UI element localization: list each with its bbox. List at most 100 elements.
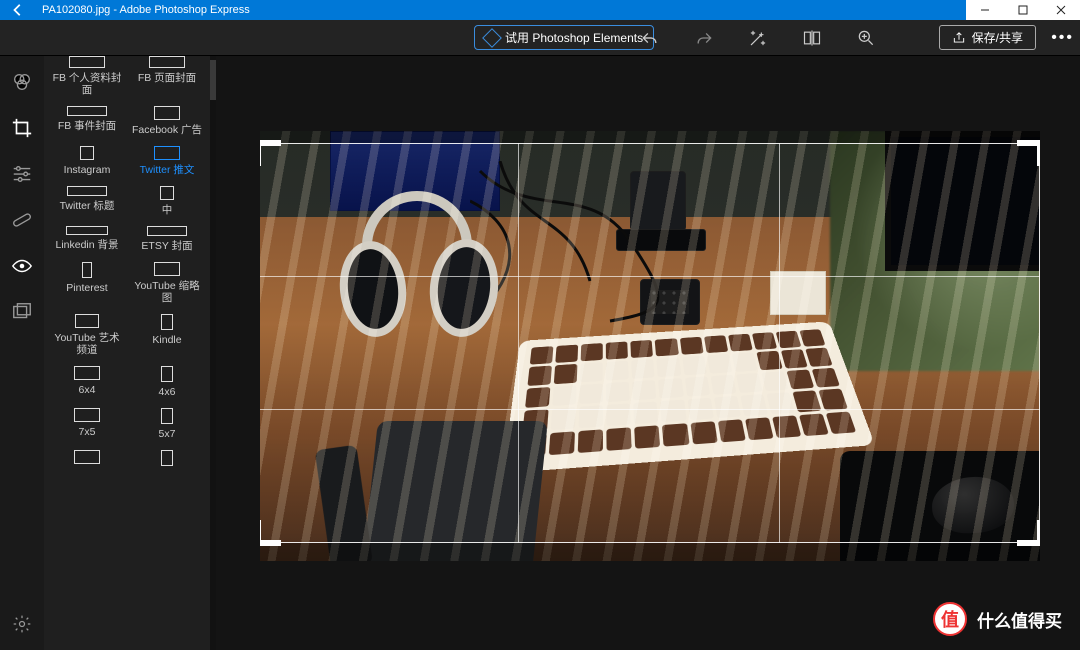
preset-label: 7x5 (79, 426, 96, 438)
redeye-tool[interactable] (10, 254, 34, 278)
sliders-icon (11, 163, 33, 185)
crop-tool[interactable] (10, 116, 34, 140)
canvas-area: 值 什么值得买 (216, 56, 1080, 650)
save-share-label: 保存/共享 (972, 29, 1023, 46)
looks-icon (11, 71, 33, 93)
crop-preset-3[interactable]: Facebook 广告 (130, 106, 204, 136)
preset-label: YouTube 艺术频道 (50, 332, 124, 356)
crop-preset-panel: FB 个人资料封面 FB 页面封面 FB 事件封面 Facebook 广告 Instag… (44, 56, 216, 650)
preset-label: FB 个人资料封面 (50, 72, 124, 96)
redo-button[interactable] (694, 28, 714, 48)
preset-shape-icon (161, 314, 173, 330)
crop-preset-0[interactable]: FB 个人资料封面 (50, 56, 124, 96)
preset-label: FB 页面封面 (138, 72, 196, 84)
window-title: PA102080.jpg - Adobe Photoshop Express (36, 4, 250, 16)
crop-preset-4[interactable]: Instagram (50, 146, 124, 176)
crop-handle-tr[interactable] (1017, 140, 1040, 166)
preset-shape-icon (149, 56, 185, 68)
preset-shape-icon (160, 186, 174, 200)
preset-label: ETSY 封面 (141, 240, 192, 252)
crop-preset-10[interactable]: Pinterest (50, 262, 124, 304)
crop-preset-16[interactable]: 7x5 (50, 408, 124, 440)
more-button[interactable]: ••• (1051, 29, 1074, 47)
watermark-text: 什么值得买 (977, 607, 1062, 632)
crop-preset-13[interactable]: Kindle (130, 314, 204, 356)
preset-label: Instagram (64, 164, 111, 176)
preset-shape-icon (75, 314, 99, 328)
minimize-button[interactable] (966, 0, 1004, 20)
crop-preset-15[interactable]: 4x6 (130, 366, 204, 398)
preset-label: 4x6 (159, 386, 176, 398)
main-area: FB 个人资料封面 FB 页面封面 FB 事件封面 Facebook 广告 Instag… (0, 56, 1080, 650)
crop-preset-9[interactable]: ETSY 封面 (130, 226, 204, 252)
preset-shape-icon (154, 146, 180, 160)
save-share-button[interactable]: 保存/共享 (939, 25, 1036, 50)
crop-preset-14[interactable]: 6x4 (50, 366, 124, 398)
gear-icon (12, 614, 32, 634)
crop-preset-11[interactable]: YouTube 缩略图 (130, 262, 204, 304)
preset-shape-icon (147, 226, 187, 236)
preset-label: FB 事件封面 (58, 120, 116, 132)
watermark: 值 什么值得买 (933, 602, 1062, 636)
preset-shape-icon (154, 106, 180, 120)
back-button[interactable] (0, 0, 36, 20)
preset-label: Linkedin 背景 (55, 239, 118, 251)
compare-button[interactable] (802, 28, 822, 48)
window-filename: PA102080.jpg (42, 4, 110, 16)
crop-preset-18[interactable] (50, 450, 124, 470)
compare-icon (802, 28, 822, 48)
preset-label: 5x7 (159, 428, 176, 440)
maximize-button[interactable] (1004, 0, 1042, 20)
preset-label: YouTube 缩略图 (130, 280, 204, 304)
crop-preset-1[interactable]: FB 页面封面 (130, 56, 204, 96)
crop-handle-bl[interactable] (260, 520, 281, 546)
zoom-button[interactable] (856, 28, 876, 48)
top-toolbar: 试用 Photoshop Elements 保存/共享 ••• (0, 20, 1080, 56)
zoom-icon (856, 28, 876, 48)
eye-icon (11, 255, 33, 277)
back-arrow-icon (11, 3, 25, 17)
preset-shape-icon (161, 408, 173, 424)
crop-preset-2[interactable]: FB 事件封面 (50, 106, 124, 136)
undo-icon (640, 28, 660, 48)
watermark-badge: 值 (933, 602, 967, 636)
auto-enhance-button[interactable] (748, 28, 768, 48)
crop-preset-8[interactable]: Linkedin 背景 (50, 226, 124, 252)
magic-wand-icon (748, 28, 768, 48)
heal-tool[interactable] (10, 208, 34, 232)
crop-icon (11, 117, 33, 139)
preset-label: Pinterest (66, 282, 107, 294)
adjust-tool[interactable] (10, 162, 34, 186)
preset-shape-icon (74, 408, 100, 422)
crop-handle-tl[interactable] (260, 140, 281, 166)
preset-shape-icon (82, 262, 92, 278)
crop-handle-br[interactable] (1017, 520, 1040, 546)
preset-label: Facebook 广告 (132, 124, 202, 136)
preset-shape-icon (66, 226, 108, 235)
preset-label: Twitter 推文 (140, 164, 195, 176)
looks-tool[interactable] (10, 70, 34, 94)
preset-shape-icon (161, 366, 173, 382)
bandage-icon (11, 209, 33, 231)
crop-preset-6[interactable]: Twitter 标题 (50, 186, 124, 216)
image-preview[interactable] (260, 131, 1040, 561)
try-elements-button[interactable]: 试用 Photoshop Elements (474, 25, 654, 50)
tool-rail (0, 56, 44, 650)
close-button[interactable] (1042, 0, 1080, 20)
crop-preset-5[interactable]: Twitter 推文 (130, 146, 204, 176)
crop-preset-19[interactable] (130, 450, 204, 470)
preset-label: 中 (162, 204, 173, 216)
crop-preset-12[interactable]: YouTube 艺术频道 (50, 314, 124, 356)
preset-shape-icon (74, 450, 100, 464)
window-controls (966, 0, 1080, 20)
preset-label: Twitter 标题 (60, 200, 115, 212)
crop-preset-7[interactable]: 中 (130, 186, 204, 216)
crop-preset-17[interactable]: 5x7 (130, 408, 204, 440)
border-tool[interactable] (10, 300, 34, 324)
redo-icon (694, 28, 714, 48)
undo-button[interactable] (640, 28, 660, 48)
crop-overlay[interactable] (260, 143, 1040, 543)
settings-button[interactable] (10, 612, 34, 636)
preset-shape-icon (67, 186, 107, 196)
preset-label: 6x4 (79, 384, 96, 396)
